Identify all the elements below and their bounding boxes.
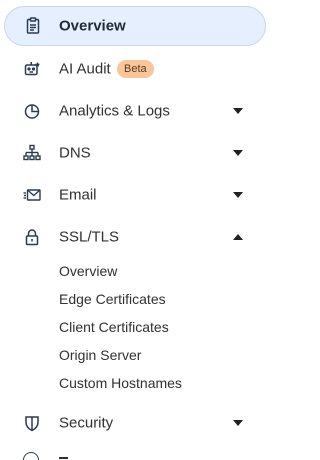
sidebar-item-ai-audit[interactable]: AI Audit Beta [0,48,257,90]
sidebar-item-label: Overview [59,17,126,35]
sidebar-item-label: SSL/TLS [59,228,120,246]
chevron-down-icon[interactable] [233,420,243,426]
pie-chart-icon [23,102,41,120]
chevron-down-icon[interactable] [233,192,243,198]
robot-icon [23,60,41,78]
subnav-item-overview[interactable]: Overview [59,263,117,279]
sidebar-item-label: AI Audit [59,60,111,78]
clipboard-icon [24,17,42,35]
lock-icon [23,228,41,246]
chevron-down-icon[interactable] [233,150,243,156]
chevron-up-icon[interactable] [233,234,243,240]
network-icon [23,144,41,162]
shield-icon [23,414,41,432]
sidebar-item-label: DNS [59,144,91,162]
subnav-item-origin-server[interactable]: Origin Server [59,347,141,363]
sidebar-item-analytics-logs[interactable]: Analytics & Logs [0,90,257,132]
subnav-item-custom-hostnames[interactable]: Custom Hostnames [59,375,182,391]
sidebar-item-overview[interactable]: Overview [4,6,266,46]
sidebar-item-email[interactable]: Email [0,174,257,216]
subnav-item-client-certificates[interactable]: Client Certificates [59,319,169,335]
sidebar-item-label: Analytics & Logs [59,102,170,120]
circle-icon [23,452,39,460]
subnav-item-edge-certificates[interactable]: Edge Certificates [59,291,166,307]
partial-label [59,457,68,459]
beta-badge: Beta [117,60,154,78]
sidebar-item-security[interactable]: Security [0,402,257,444]
sidebar-item-label: Security [59,414,114,432]
sidebar-item-label: Email [59,186,97,204]
sidebar-item-ssl-tls[interactable]: SSL/TLS [0,216,257,258]
chevron-down-icon[interactable] [233,108,243,114]
sidebar-item-next-partial[interactable] [0,448,257,460]
sidebar-item-dns[interactable]: DNS [0,132,257,174]
email-icon [23,186,41,204]
